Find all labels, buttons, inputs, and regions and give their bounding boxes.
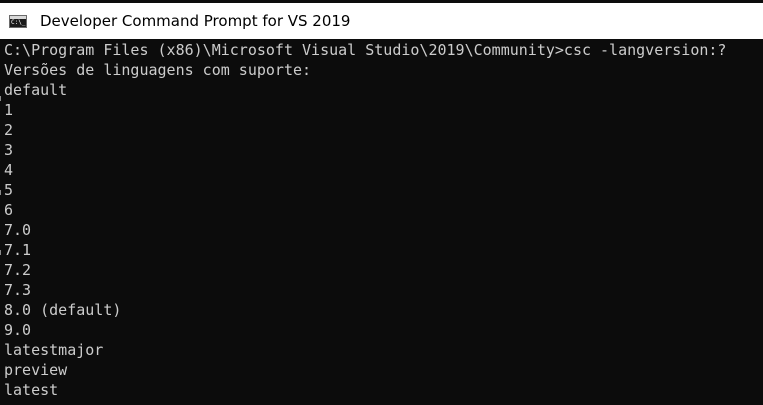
console-line: 5 (4, 181, 14, 199)
title-bar[interactable]: C:\_ Developer Command Prompt for VS 201… (0, 3, 763, 39)
console-line: 7.2 (4, 261, 32, 279)
command-prompt-window[interactable]: C:\_ Developer Command Prompt for VS 201… (0, 0, 763, 405)
console-line: Versões de linguagens com suporte: (4, 61, 312, 79)
console-line: 6 (4, 201, 14, 219)
console-line: 3 (4, 141, 14, 159)
console-line-prompt[interactable]: C:\Program Files (x86)\Microsoft Visual … (0, 40, 763, 60)
console-line: 8.0 (default) (4, 301, 122, 319)
window-title: Developer Command Prompt for VS 2019 (40, 12, 351, 30)
console-line: 4 (4, 161, 14, 179)
console-output[interactable]: C:\Program Files (x86)\Microsoft Visual … (0, 40, 763, 405)
console-line: 1 (4, 101, 14, 119)
scroll-edge-mark (0, 250, 4, 255)
console-line: default (4, 81, 68, 99)
scroll-edge-mark (0, 96, 4, 101)
scroll-edge-mark (0, 190, 4, 195)
console-icon-glyph: C:\_ (11, 19, 26, 26)
console-line: latestmajor (4, 341, 104, 359)
console-line: preview (4, 361, 68, 379)
console-line: 9.0 (4, 321, 32, 339)
console-line: 7.1 (4, 241, 32, 259)
console-app-icon[interactable]: C:\_ (9, 15, 27, 28)
console-line: latest (4, 381, 59, 399)
console-lines: C:\Program Files (x86)\Microsoft Visual … (0, 40, 763, 400)
console-line: 7.3 (4, 281, 32, 299)
console-line: 7.0 (4, 221, 32, 239)
console-line: 2 (4, 121, 14, 139)
